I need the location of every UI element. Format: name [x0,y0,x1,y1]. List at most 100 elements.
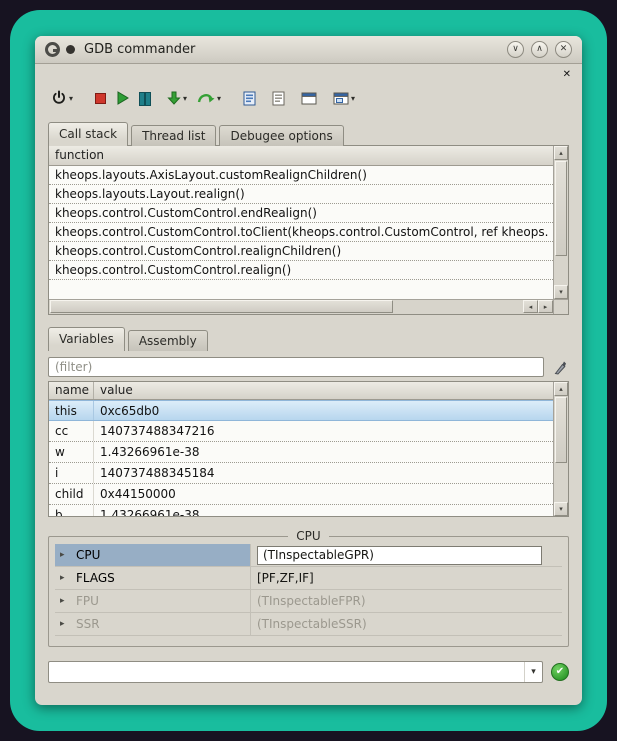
callstack-horizontal-scrollbar[interactable]: ◂ ▸ [49,299,553,314]
filter-input[interactable] [48,357,544,377]
callstack-row[interactable]: kheops.layouts.AxisLayout.customRealignC… [49,166,553,185]
cpu-row-label: FPU [76,594,99,608]
app-icon [45,42,60,57]
variables-row[interactable]: child 0x44150000 [49,484,553,505]
cpu-row[interactable]: ▸ FLAGS [PF,ZF,IF] [55,567,562,590]
minimize-button[interactable]: ∨ [507,41,524,58]
cpu-row-name: ▸ FPU [55,590,251,612]
combo-dropdown-button[interactable]: ▾ [524,662,542,682]
scroll-up-button[interactable]: ▴ [554,146,568,160]
teal-frame: GDB commander ∨ ∧ ✕ ✕ ▾ [10,10,607,731]
scroll-down-button[interactable]: ▾ [554,285,568,299]
command-combobox[interactable]: ▾ [48,661,543,683]
variables-row[interactable]: b 1.43266961e-38 [49,505,553,517]
messages-button[interactable] [240,86,259,110]
scroll-thumb[interactable] [555,161,567,256]
chevron-down-icon[interactable]: ▾ [183,94,187,103]
cpu-row[interactable]: ▸ CPU (TInspectableGPR) [55,544,562,567]
scroll-thumb[interactable] [555,397,567,463]
messages-icon [243,91,256,106]
app-badge-icon [66,45,75,54]
variable-name: child [49,484,94,504]
variable-value: 140737488347216 [94,421,553,441]
memory-window-button[interactable]: ▾ [330,86,358,110]
variable-value: 1.43266961e-38 [94,505,553,517]
cpu-value-editor[interactable]: (TInspectableGPR) [257,546,542,565]
cpu-group-title: CPU [288,529,328,543]
power-button[interactable]: ▾ [48,86,76,110]
scroll-down-button[interactable]: ▾ [554,502,568,516]
cpu-row-value: (TInspectableFPR) [251,590,562,612]
filter-row [48,357,569,377]
window-title: GDB commander [84,42,195,57]
filter-brush-button[interactable] [549,357,569,377]
cpu-row-value: [PF,ZF,IF] [251,567,562,589]
run-button[interactable] [113,86,132,110]
cpu-groupbox: CPU ▸ CPU (TInspectableGPR) ▸ [48,529,569,647]
cpu-row-label: SSR [76,617,100,631]
client-area: ✕ ▾ ▾ [35,64,582,704]
variables-row[interactable]: i 140737488345184 [49,463,553,484]
command-row: ▾ ✔ [48,661,569,683]
expander-icon[interactable]: ▸ [60,574,69,583]
scroll-left-button[interactable]: ◂ [523,300,538,313]
expander-icon[interactable]: ▸ [60,597,69,606]
callstack-row[interactable]: kheops.control.CustomControl.realignChil… [49,242,553,261]
callstack-row[interactable]: kheops.control.CustomControl.realign() [49,261,553,280]
scroll-right-button[interactable]: ▸ [538,300,553,313]
check-icon: ✔ [556,667,564,677]
execute-button[interactable]: ✔ [551,663,569,681]
scroll-thumb[interactable] [50,300,393,313]
variable-name: b [49,505,94,517]
callstack-row[interactable]: kheops.control.CustomControl.endRealign(… [49,204,553,223]
call-log-button[interactable] [269,86,288,110]
callstack-tabbar: Call stack Thread list Debugee options [48,122,569,146]
chevron-down-icon[interactable]: ▾ [217,94,221,103]
watch-window-button[interactable] [298,86,320,110]
variables-row[interactable]: cc 140737488347216 [49,421,553,442]
cpu-row-name: ▸ FLAGS [55,567,251,589]
chevron-down-icon[interactable]: ▾ [69,94,73,103]
tab-variables[interactable]: Variables [48,327,125,351]
variable-value: 0xc65db0 [94,401,553,420]
expander-icon[interactable]: ▸ [60,620,69,629]
variable-value: 140737488345184 [94,463,553,483]
tab-thread-list[interactable]: Thread list [131,125,216,146]
variable-value: 1.43266961e-38 [94,442,553,462]
scroll-up-button[interactable]: ▴ [554,382,568,396]
variable-value: 0x44150000 [94,484,553,504]
titlebar[interactable]: GDB commander ∨ ∧ ✕ [35,36,582,64]
stop-button[interactable] [92,86,109,110]
callstack-row[interactable]: kheops.control.CustomControl.toClient(kh… [49,223,553,242]
variables-row[interactable]: this 0xc65db0 [49,400,553,421]
chevron-down-icon[interactable]: ▾ [351,94,355,103]
tab-assembly[interactable]: Assembly [128,330,208,351]
maximize-button[interactable]: ∧ [531,41,548,58]
step-over-icon [197,91,215,105]
cpu-row-label: CPU [76,548,100,562]
close-button[interactable]: ✕ [555,41,572,58]
callstack-row[interactable]: kheops.layouts.Layout.realign() [49,185,553,204]
run-icon [116,91,129,105]
callstack-vertical-scrollbar[interactable]: ▴ ▾ [553,146,568,299]
cpu-row[interactable]: ▸ SSR (TInspectableSSR) [55,613,562,636]
step-into-button[interactable]: ▾ [164,86,190,110]
step-over-button[interactable]: ▾ [194,86,224,110]
command-input[interactable] [50,663,523,681]
callstack-list: function kheops.layouts.AxisLayout.custo… [48,145,569,315]
window-controls: ∨ ∧ ✕ [507,41,572,58]
cpu-row-value: (TInspectableGPR) [251,544,562,566]
stop-icon [95,93,106,104]
panel-close-icon[interactable]: ✕ [563,69,571,80]
pause-icon [139,92,151,104]
tab-call-stack[interactable]: Call stack [48,122,128,146]
cpu-row-name: ▸ CPU [55,544,251,566]
cpu-row-name: ▸ SSR [55,613,251,635]
variables-vertical-scrollbar[interactable]: ▴ ▾ [553,382,568,516]
cpu-row[interactable]: ▸ FPU (TInspectableFPR) [55,590,562,613]
expander-icon[interactable]: ▸ [60,551,69,560]
pause-button[interactable] [136,86,154,110]
variable-name: cc [49,421,94,441]
tab-debugee-options[interactable]: Debugee options [219,125,343,146]
variables-row[interactable]: w 1.43266961e-38 [49,442,553,463]
